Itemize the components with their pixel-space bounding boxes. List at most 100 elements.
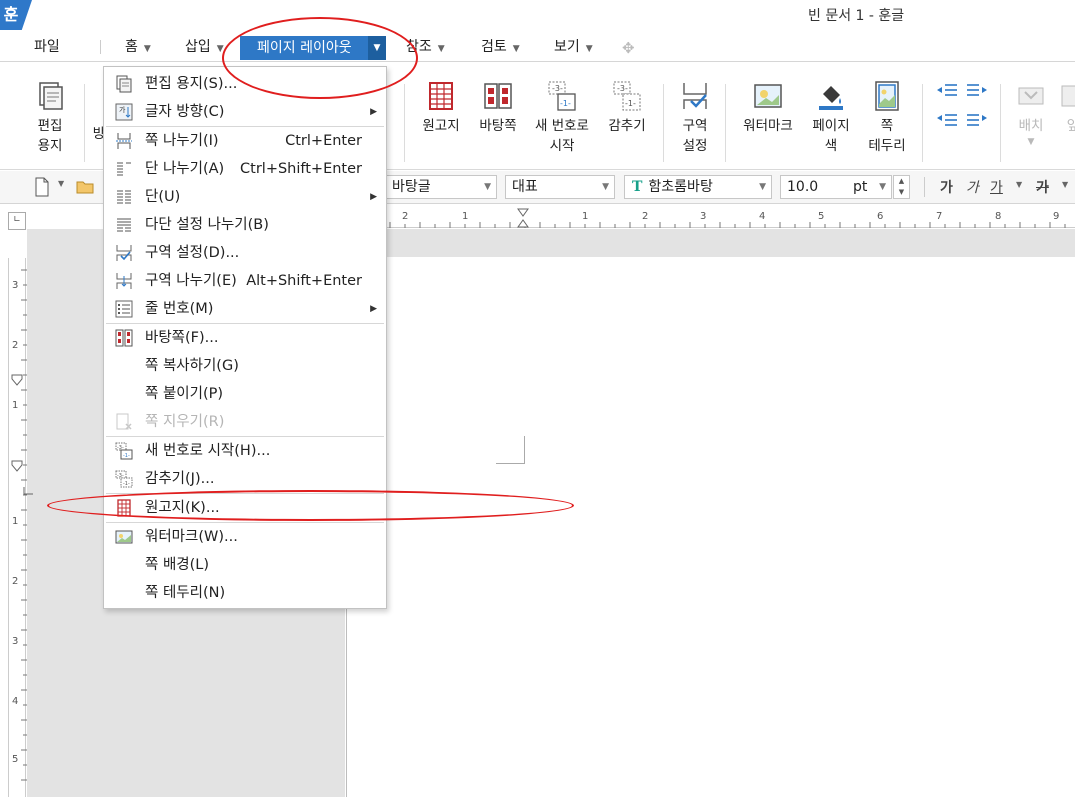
- chevron-down-icon: ▼: [585, 44, 593, 54]
- dropdown-item-label: 쪽 나누기(I): [145, 133, 219, 149]
- section-settings-button[interactable]: 구역 설정: [673, 80, 717, 156]
- top-margin-marker-icon[interactable]: [10, 374, 24, 386]
- open-folder-icon[interactable]: [76, 179, 96, 195]
- dropdown-item-line-number[interactable]: 줄 번호(M) ▶: [104, 295, 386, 323]
- annotation-ellipse-page-layout: [222, 17, 418, 99]
- bring-forward-button[interactable]: 앞: [1058, 80, 1075, 136]
- arrange-icon: [1018, 87, 1044, 105]
- dropdown-item-column-break[interactable]: 단 나누기(A) Ctrl+Shift+Enter: [104, 155, 386, 183]
- chevron-down-icon: ▼: [602, 182, 609, 192]
- chevron-down-icon[interactable]: ▼: [1016, 180, 1022, 189]
- horizontal-ruler[interactable]: 2 1 1 2 3 4 5 6 7 8 9: [385, 205, 1075, 228]
- document-page[interactable]: [346, 257, 1075, 797]
- multi-column-break-icon: [117, 218, 131, 232]
- toolbar-divider: [924, 177, 925, 197]
- chevron-down-icon[interactable]: ▼: [58, 179, 64, 188]
- dropdown-item-paste-page[interactable]: 쪽 붙이기(P): [104, 380, 386, 408]
- column-break-icon: [117, 162, 131, 176]
- style-combo[interactable]: 바탕글 ▼: [385, 175, 497, 199]
- dropdown-item-watermark[interactable]: 워터마크(W)...: [104, 523, 386, 551]
- menu-file[interactable]: 파일: [34, 34, 60, 60]
- dropdown-item-page-break[interactable]: 쪽 나누기(I) Ctrl+Enter: [104, 127, 386, 155]
- page-border-button[interactable]: 쪽 테두리: [862, 80, 912, 156]
- hide-button[interactable]: -3- -1- 감추기: [603, 80, 651, 136]
- edit-paper-button[interactable]: 편집 용지: [22, 80, 78, 156]
- title-bar: 훈 빈 문서 1 - 훈글 파일 홈 ▼ 삽입 ▼ 페이지 레이아웃 ▼ 참조 ▼ 검…: [0, 0, 1075, 62]
- dropdown-item-label: 줄 번호(M): [145, 301, 214, 317]
- helper-icon[interactable]: ✥: [622, 39, 635, 57]
- dropdown-item-shortcut: Ctrl+Shift+Enter: [240, 161, 362, 177]
- dropdown-item-section-settings[interactable]: 구역 설정(D)...: [104, 239, 386, 267]
- page-color-button[interactable]: 페이지 색: [806, 80, 856, 156]
- indent-icons-group: [935, 80, 991, 136]
- italic-button[interactable]: 가: [966, 177, 979, 197]
- new-number-button[interactable]: -3- -1- 새 번호로 시작: [530, 80, 594, 156]
- dropdown-item-multi-column-break[interactable]: 다단 설정 나누기(B): [104, 211, 386, 239]
- watermark-button[interactable]: 워터마크: [737, 80, 799, 136]
- dropdown-item-columns[interactable]: 단(U) ▶: [104, 183, 386, 211]
- new-number-icon: -3--1-: [115, 442, 133, 460]
- indent-left-icon[interactable]: [935, 80, 959, 104]
- bold-button[interactable]: 가: [940, 177, 953, 197]
- new-document-icon[interactable]: [34, 177, 50, 197]
- app-logo-icon[interactable]: 훈: [0, 0, 32, 30]
- indent-right-icon[interactable]: [965, 80, 989, 104]
- ruler-number: 7: [936, 211, 943, 222]
- dropdown-item-label: 쪽 배경(L): [145, 557, 210, 573]
- delete-page-icon: [116, 413, 132, 430]
- font-size-combo[interactable]: 10.0 pt ▼: [780, 175, 892, 199]
- dropdown-item-label: 쪽 테두리(N): [145, 585, 226, 601]
- arrange-label: 배치: [1018, 118, 1044, 134]
- hide-number-icon: -3- -1-: [613, 81, 641, 111]
- font-combo[interactable]: T 함초롬바탕 ▼: [624, 175, 772, 199]
- indent-marker-icon[interactable]: [517, 208, 529, 228]
- dropdown-item-label: 쪽 복사하기(G): [145, 358, 239, 374]
- dropdown-item-label: 편집 용지(S)...: [145, 76, 238, 92]
- menu-home[interactable]: 홈 ▼: [125, 34, 151, 60]
- submenu-arrow-icon: ▶: [370, 107, 377, 117]
- dropdown-item-page-background[interactable]: 쪽 배경(L): [104, 551, 386, 579]
- ruler-number: 1: [12, 400, 19, 411]
- dropdown-item-section-break[interactable]: 구역 나누기(E) Alt+Shift+Enter: [104, 267, 386, 295]
- strikethrough-button[interactable]: 가: [1036, 177, 1049, 197]
- outdent-left-icon[interactable]: [935, 110, 959, 134]
- hide-label: 감추기: [608, 118, 646, 134]
- font-size-unit: pt: [853, 179, 868, 195]
- dropdown-item-shortcut: Alt+Shift+Enter: [246, 273, 362, 289]
- dropdown-item-label: 구역 설정(D)...: [145, 245, 240, 261]
- menu-insert[interactable]: 삽입 ▼: [185, 34, 224, 60]
- outline-combo[interactable]: 대표 ▼: [505, 175, 615, 199]
- section-break-icon: [116, 273, 132, 289]
- window-title: 빈 문서 1 - 훈글: [808, 8, 905, 24]
- master-page-label: 바탕쪽: [479, 118, 517, 134]
- menu-review[interactable]: 검토 ▼: [481, 34, 520, 60]
- manuscript-button[interactable]: 원고지: [417, 80, 465, 136]
- chevron-down-icon[interactable]: ▼: [1062, 180, 1068, 189]
- ruler-corner-tab-button[interactable]: ∟: [8, 212, 26, 230]
- text-start-marker-icon[interactable]: [20, 486, 34, 498]
- dropdown-item-delete-page[interactable]: 쪽 지우기(R): [104, 408, 386, 436]
- menu-home-label: 홈: [125, 39, 138, 55]
- underline-button[interactable]: 가: [990, 177, 1003, 197]
- ruler-number: 4: [759, 211, 766, 222]
- dropdown-item-hide[interactable]: -3- -1- 감추기(J)...: [104, 465, 386, 493]
- ribbon-divider: [725, 84, 726, 162]
- menu-view[interactable]: 보기 ▼: [554, 34, 593, 60]
- svg-text:가: 가: [119, 105, 126, 114]
- dropdown-item-master-page[interactable]: 바탕쪽(F)...: [104, 324, 386, 352]
- spin-up-icon[interactable]: ▲: [894, 176, 909, 187]
- vertical-ruler[interactable]: 3 2 1 1 2 3 4 5: [8, 258, 33, 797]
- dropdown-item-label: 워터마크(W)...: [145, 529, 238, 545]
- outdent-right-icon[interactable]: [965, 110, 989, 134]
- dropdown-item-page-border[interactable]: 쪽 테두리(N): [104, 579, 386, 607]
- ribbon-divider: [404, 84, 405, 162]
- dropdown-item-copy-page[interactable]: 쪽 복사하기(G): [104, 352, 386, 380]
- submenu-arrow-icon: ▶: [370, 192, 377, 202]
- arrange-button[interactable]: 배치 ▼: [1010, 80, 1052, 148]
- spin-down-icon[interactable]: ▼: [894, 187, 909, 198]
- dropdown-item-new-number[interactable]: -3- -1- 새 번호로 시작(H)...: [104, 437, 386, 465]
- dropdown-item-text-direction[interactable]: 가 글자 방향(C) ▶: [104, 98, 386, 126]
- header-margin-marker-icon[interactable]: [10, 460, 24, 472]
- font-size-spinner[interactable]: ▲ ▼: [893, 175, 910, 199]
- master-page-button[interactable]: 바탕쪽: [474, 80, 522, 136]
